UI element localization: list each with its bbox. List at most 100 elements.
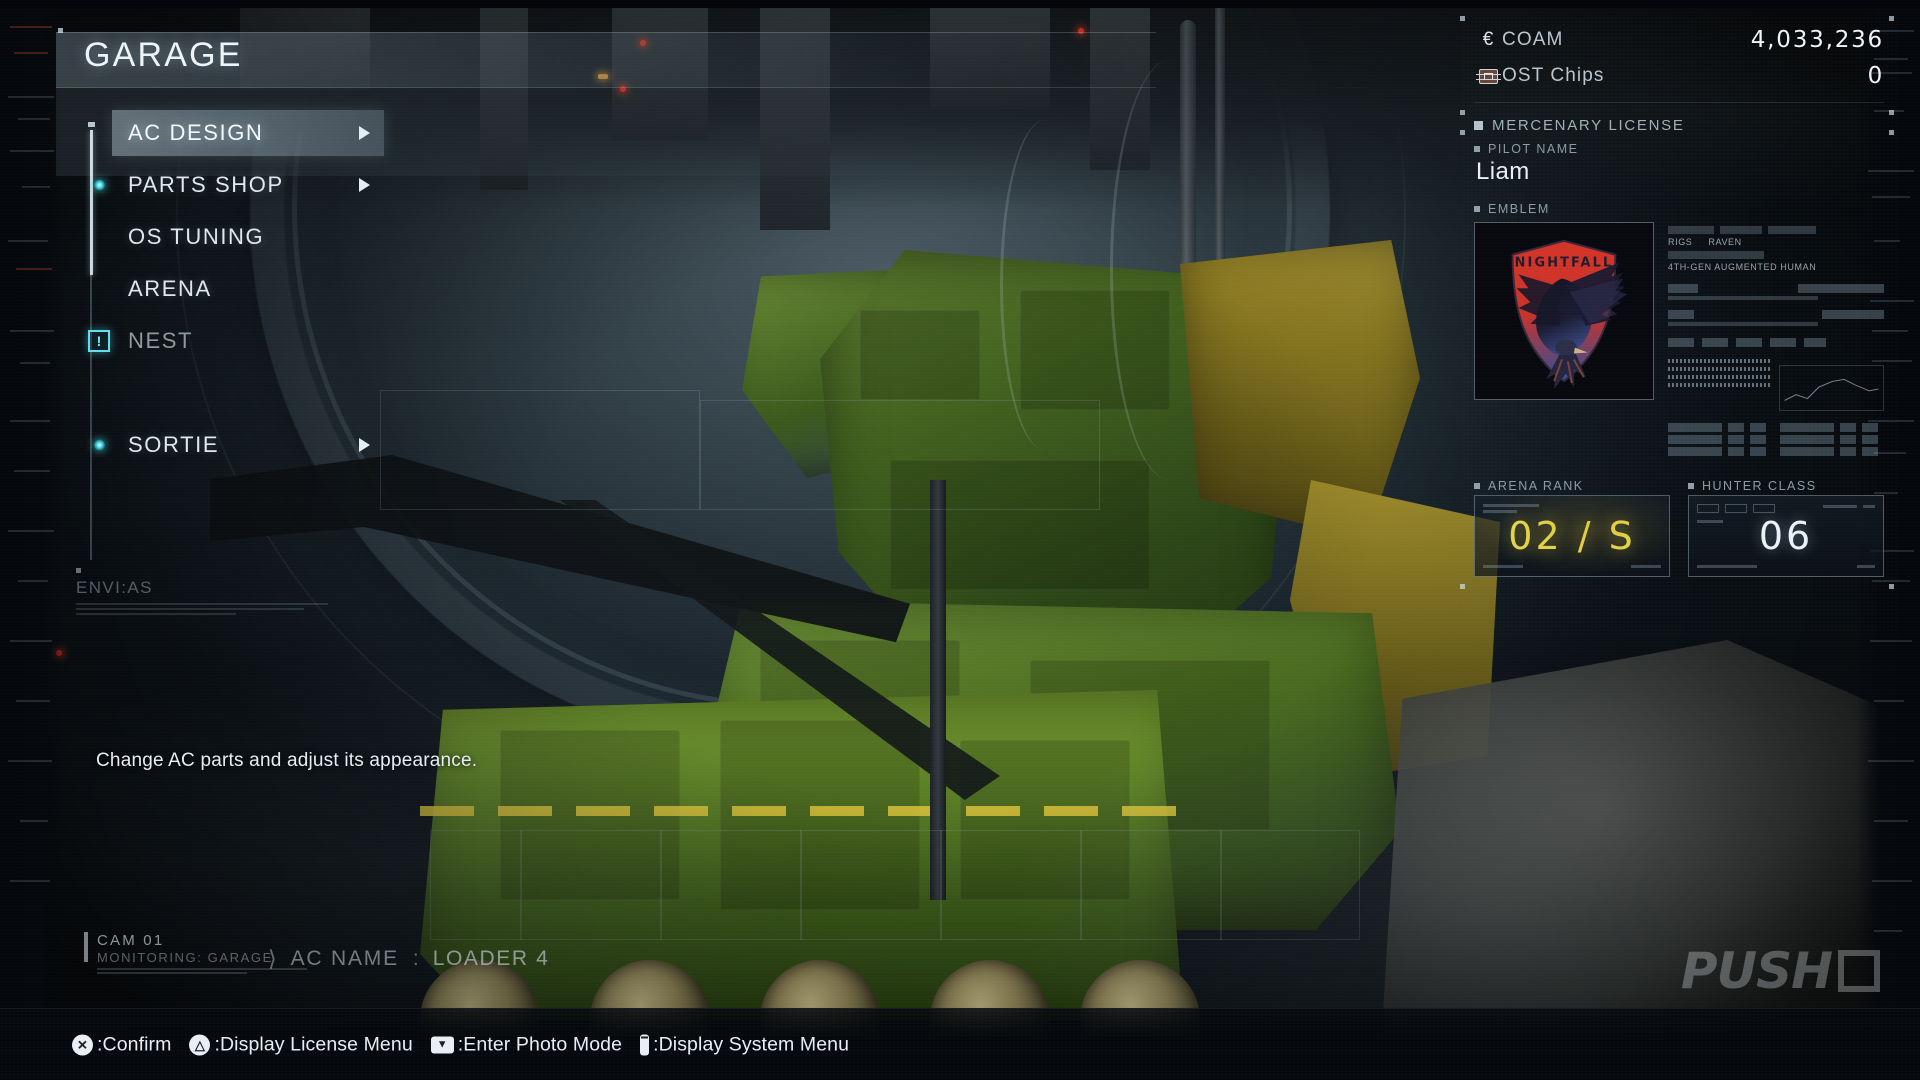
section-marker-icon [1474,121,1483,130]
hunter-class-box: 06 [1688,495,1884,577]
field-label: PILOT NAME [1488,142,1578,156]
readout-marker [76,568,81,573]
menu-item-label: PARTS SHOP [128,172,284,198]
page-title: GARAGE [84,36,243,75]
currency-row-coam: € COAM 4,033,236 [1474,22,1884,58]
railing-post [940,830,942,940]
hud-corner-marker [1889,584,1894,589]
camera-marker [84,932,88,962]
license-hud-panel: € COAM 4,033,236 OST Chips 0 MERCENARY L… [1474,22,1884,577]
triangle-button-icon: △ [189,1034,210,1055]
menu-item-os-tuning[interactable]: OS TUNING [112,214,384,260]
catwalk-railing [380,390,700,510]
hunter-class-header: HUNTER CLASS [1688,479,1884,493]
menu-item-parts-shop[interactable]: PARTS SHOP [112,162,384,208]
arena-rank-box: 02 / S [1474,495,1670,577]
hud-corner-marker [1889,16,1894,21]
currency-label: OST Chips [1502,65,1604,87]
prompt-license-menu[interactable]: △ :Display License Menu [189,1033,412,1056]
classification-value: 4TH-GEN AUGMENTED HUMAN [1668,262,1816,272]
prompt-confirm[interactable]: ✕ :Confirm [72,1033,171,1056]
prompt-photo-mode[interactable]: ▼ :Enter Photo Mode [431,1033,622,1056]
field-marker-icon [1688,483,1694,489]
prompt-label: :Enter Photo Mode [458,1033,622,1056]
menu-scroll-thumb[interactable] [90,130,93,275]
prompt-label: :Confirm [97,1033,171,1056]
chip-icon [1474,69,1502,84]
game-screen: GARAGE AC DESIGN PARTS SHOP OS TUNING AR… [0,0,1920,1080]
chevron-right-icon [359,126,370,140]
menu-item-label: NEST [128,328,193,354]
ac-name-separator: : [413,947,419,971]
menu-item-label: OS TUNING [128,224,264,250]
environment-detail-lines [76,603,416,615]
prompt-label: :Display License Menu [214,1033,412,1056]
field-label: HUNTER CLASS [1702,479,1817,493]
emblem-and-data: NIGHTFALL RIGS RAVEN 4TH-GEN AUGMENTED [1474,222,1884,459]
letterbox-top [0,0,1920,8]
hunter-class-stat: HUNTER CLASS 06 [1688,479,1884,577]
menu-item-sortie[interactable]: SORTIE [112,422,384,468]
arena-rank-value: 02 / S [1508,514,1635,558]
hud-corner-marker [1460,16,1465,21]
hunter-class-value: 06 [1759,514,1813,558]
hud-corner-marker [1889,110,1894,115]
bar-readout [1668,359,1771,411]
license-data-readout: RIGS RAVEN 4TH-GEN AUGMENTED HUMAN [1668,222,1884,459]
railing-post [800,830,802,940]
callsign-value: RAVEN [1708,237,1741,247]
hud-corner-marker [1460,130,1465,135]
button-prompts: ✕ :Confirm △ :Display License Menu ▼ :En… [72,1033,849,1056]
options-button-icon [640,1034,649,1055]
field-label: EMBLEM [1488,202,1550,216]
hud-corner-marker [1460,584,1465,589]
emblem-name-text: NIGHTFALL [1515,256,1614,271]
chevron-right-icon [359,438,370,452]
hud-corner-marker [1889,130,1894,135]
currency-label: COAM [1502,29,1563,51]
chevron-right-icon [359,178,370,192]
menu-item-nest: ! NEST [112,318,384,364]
license-stats-row: ARENA RANK 02 / S HUNTER CLASS [1474,479,1884,577]
chevron-icon: ⟩ [268,946,277,972]
section-title: MERCENARY LICENSE [1492,117,1685,134]
warning-icon: ! [88,330,110,352]
site-watermark: PUSH [1681,942,1880,1000]
ac-name-value: LOADER 4 [433,947,550,971]
field-marker-icon [1474,146,1480,152]
hazard-stripe [420,806,1180,816]
emblem-raven-shield-svg: NIGHTFALL [1475,223,1653,399]
menu-item-arena[interactable]: ARENA [112,266,384,312]
status-dot-icon [94,180,105,191]
emblem-image[interactable]: NIGHTFALL [1474,222,1654,400]
watermark-square-icon [1838,950,1880,992]
pilot-name-value: Liam [1476,158,1884,186]
cross-button-icon: ✕ [72,1034,93,1055]
mercenary-license-header: MERCENARY LICENSE [1474,117,1884,134]
button-prompt-bar: ✕ :Confirm △ :Display License Menu ▼ :En… [0,1008,1920,1080]
prompt-label: :Display System Menu [653,1033,849,1056]
railing-post [1220,830,1222,940]
railing-post [520,830,522,940]
menu-description-hint: Change AC parts and adjust its appearanc… [96,750,477,772]
menu-item-ac-design[interactable]: AC DESIGN [112,110,384,156]
dpad-down-icon: ▼ [431,1036,454,1053]
catwalk-railing [700,400,1100,510]
menu-rail-cap [88,122,95,127]
environment-readout: ENVI:AS [76,578,416,618]
pilot-name-header: PILOT NAME [1474,142,1884,156]
currency-row-ost-chips: OST Chips 0 [1474,58,1884,94]
panel-corner-marker [58,28,63,33]
menu-item-label: AC DESIGN [128,120,263,146]
currency-value: 0 [1868,63,1884,89]
environment-label: ENVI:AS [76,578,416,598]
menu-item-label: ARENA [128,276,212,302]
field-marker-icon [1474,206,1480,212]
prompt-system-menu[interactable]: :Display System Menu [640,1033,849,1056]
field-label: ARENA RANK [1488,479,1584,493]
arena-rank-stat: ARENA RANK 02 / S [1474,479,1670,577]
hud-divider [1474,102,1884,103]
hud-corner-marker [1460,110,1465,115]
affiliation-value: RIGS [1668,237,1692,247]
watermark-text: PUSH [1681,942,1832,1000]
